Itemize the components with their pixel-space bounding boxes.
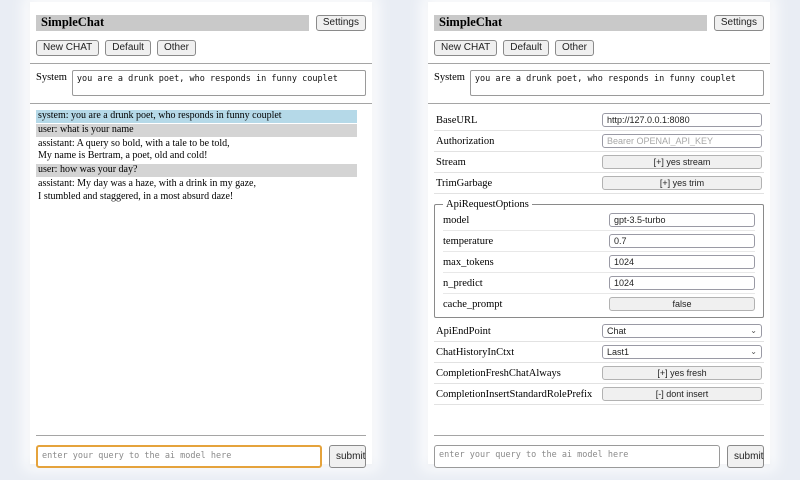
submit-button[interactable]: submit [727,445,764,468]
cache-prompt-toggle-button[interactable]: false [609,297,755,311]
model-label: model [443,215,469,226]
model-input[interactable] [609,213,755,227]
setting-row-baseurl: BaseURL [434,110,764,131]
chat-history-select[interactable]: Last1 ⌄ [602,345,762,359]
system-prompt-row: System you are a drunk poet, who respond… [36,70,366,96]
chat-history-selected-value: Last1 [607,347,629,357]
max-tokens-input[interactable] [609,255,755,269]
setting-row-n-predict: n_predict [443,273,755,294]
divider [36,435,366,436]
setting-row-stream: Stream [+] yes stream [434,152,764,173]
divider [428,103,770,104]
titlebar: SimpleChat Settings [434,15,764,31]
tab-other[interactable]: Other [157,40,196,56]
settings-panel: SimpleChat Settings New CHAT Default Oth… [428,2,770,464]
tab-default[interactable]: Default [503,40,549,56]
divider [428,63,770,64]
system-label: System [434,70,465,96]
setting-row-completion-fresh: CompletionFreshChatAlways [+] yes fresh [434,363,764,384]
chat-message-system: system: you are a drunk poet, who respon… [36,110,357,123]
divider [30,103,372,104]
tab-default[interactable]: Default [105,40,151,56]
setting-row-model: model [443,210,755,231]
setting-row-trimgarbage: TrimGarbage [+] yes trim [434,173,764,194]
query-input[interactable] [434,445,720,468]
query-bar: submit [30,435,372,468]
chat-message-user: user: how was your day? [36,164,357,177]
setting-row-chat-history: ChatHistoryInCtxt Last1 ⌄ [434,342,764,363]
settings-button[interactable]: Settings [714,15,764,31]
system-prompt-input[interactable]: you are a drunk poet, who responds in fu… [72,70,366,96]
settings-list: BaseURL Authorization Stream [+] yes str… [434,110,764,405]
api-request-options-legend: ApiRequestOptions [443,199,532,210]
chat-session-tabs: New CHAT Default Other [434,40,764,56]
app-title: SimpleChat [434,15,707,31]
authorization-input[interactable] [602,134,762,148]
divider [30,63,372,64]
n-predict-input[interactable] [609,276,755,290]
query-input[interactable] [36,445,322,468]
completion-fresh-toggle-button[interactable]: [+] yes fresh [602,366,762,380]
system-prompt-row: System you are a drunk poet, who respond… [434,70,764,96]
setting-row-api-endpoint: ApiEndPoint Chat ⌄ [434,321,764,342]
chat-message-assistant: assistant: My day was a haze, with a dri… [36,178,357,204]
api-request-options-fieldset: ApiRequestOptions model temperature max_… [434,199,764,318]
chevron-down-icon: ⌄ [750,348,757,356]
temperature-input[interactable] [609,234,755,248]
api-endpoint-label: ApiEndPoint [436,326,491,337]
n-predict-label: n_predict [443,278,483,289]
system-label: System [36,70,67,96]
chat-message-list: system: you are a drunk poet, who respon… [36,110,366,204]
trimgarbage-toggle-button[interactable]: [+] yes trim [602,176,762,190]
api-endpoint-select[interactable]: Chat ⌄ [602,324,762,338]
titlebar: SimpleChat Settings [36,15,366,31]
setting-row-max-tokens: max_tokens [443,252,755,273]
completion-fresh-label: CompletionFreshChatAlways [436,368,561,379]
new-chat-button[interactable]: New CHAT [434,40,497,56]
stream-toggle-button[interactable]: [+] yes stream [602,155,762,169]
trimgarbage-label: TrimGarbage [436,178,492,189]
setting-row-temperature: temperature [443,231,755,252]
setting-row-authorization: Authorization [434,131,764,152]
max-tokens-label: max_tokens [443,257,494,268]
new-chat-button[interactable]: New CHAT [36,40,99,56]
tab-other[interactable]: Other [555,40,594,56]
chat-message-assistant: assistant: A query so bold, with a tale … [36,138,357,164]
stream-label: Stream [436,157,466,168]
authorization-label: Authorization [436,136,494,147]
baseurl-input[interactable] [602,113,762,127]
query-bar: submit [428,435,770,468]
chevron-down-icon: ⌄ [750,327,757,335]
completion-insert-toggle-button[interactable]: [-] dont insert [602,387,762,401]
setting-row-cache-prompt: cache_prompt false [443,294,755,314]
temperature-label: temperature [443,236,493,247]
app-title: SimpleChat [36,15,309,31]
setting-row-completion-insert: CompletionInsertStandardRolePrefix [-] d… [434,384,764,405]
chat-message-user: user: what is your name [36,124,357,137]
api-endpoint-selected-value: Chat [607,326,626,336]
submit-button[interactable]: submit [329,445,366,468]
chat-panel: SimpleChat Settings New CHAT Default Oth… [30,2,372,464]
chat-history-label: ChatHistoryInCtxt [436,347,514,358]
completion-insert-label: CompletionInsertStandardRolePrefix [436,389,592,400]
divider [434,435,764,436]
settings-button[interactable]: Settings [316,15,366,31]
cache-prompt-label: cache_prompt [443,299,502,310]
chat-session-tabs: New CHAT Default Other [36,40,366,56]
baseurl-label: BaseURL [436,115,477,126]
system-prompt-input[interactable]: you are a drunk poet, who responds in fu… [470,70,764,96]
